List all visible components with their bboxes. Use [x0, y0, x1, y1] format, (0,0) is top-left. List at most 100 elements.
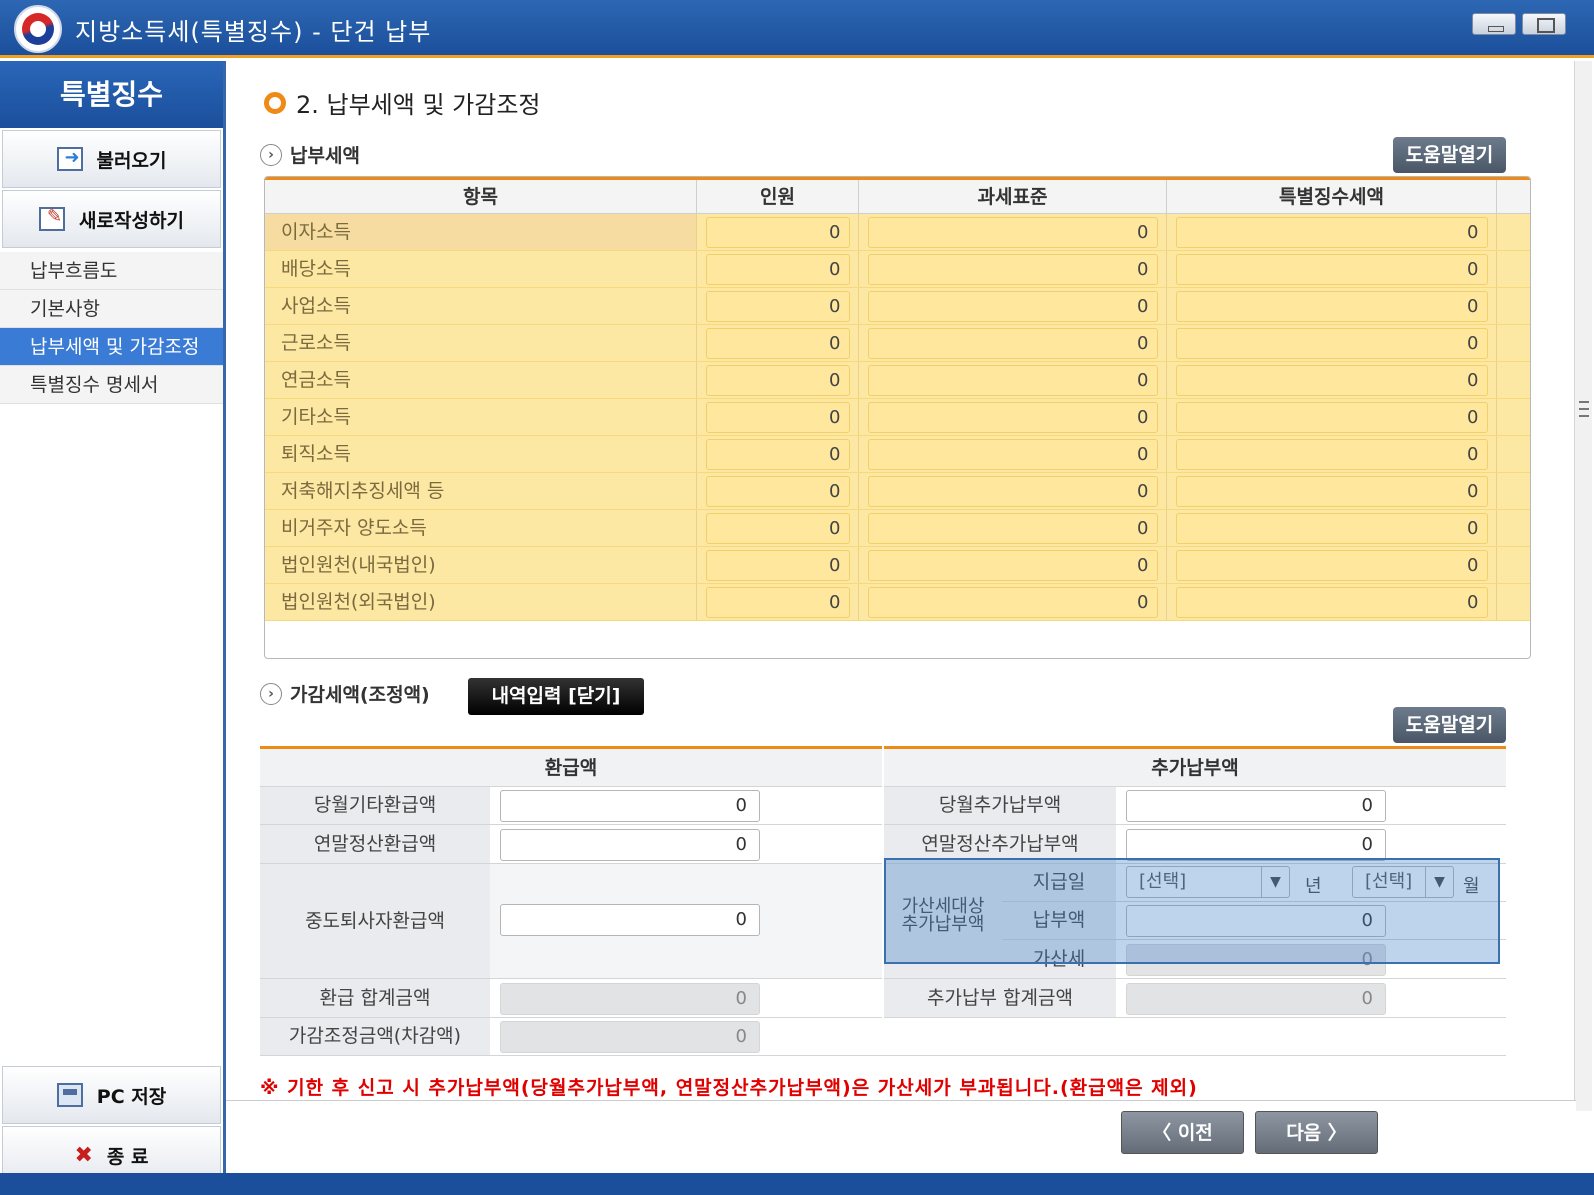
row-label: 기타소득 [265, 399, 697, 435]
close-icon: ✖ [74, 1142, 93, 1168]
row-label: 비거주자 양도소득 [265, 510, 697, 546]
government-logo-icon [14, 5, 62, 53]
chevron-right-icon: › [260, 682, 282, 705]
table-row: 연금소득 0 0 0 [265, 362, 1530, 399]
tax-base-input[interactable]: 0 [867, 475, 1158, 507]
vertical-scrollbar[interactable] [1574, 61, 1592, 1111]
special-tax-input[interactable]: 0 [1175, 475, 1488, 507]
sidebar-item-basic[interactable]: 기본사항 [0, 290, 223, 328]
payment-table: 항목 인원 과세표준 특별징수세액 이자소득 0 0 0 배당소득 0 0 0 사업소득 0 0 0 근… [264, 176, 1531, 659]
table-row: 기타소득 0 0 0 [265, 399, 1530, 436]
tax-base-input[interactable]: 0 [867, 438, 1158, 470]
selection-highlight [884, 858, 1500, 964]
page-title-text: 2. 납부세액 및 가감조정 [296, 91, 541, 119]
adjust-amount-value: 0 [500, 1021, 760, 1053]
monthly-other-refund-input[interactable]: 0 [500, 790, 760, 822]
row-label: 배당소득 [265, 251, 697, 287]
midterm-refund-input[interactable]: 0 [500, 904, 760, 936]
yearend-additional-input[interactable]: 0 [1126, 829, 1386, 861]
additional-total-label: 추가납부 합계금액 [884, 979, 1116, 1018]
sidebar-item-statement[interactable]: 특별징수 명세서 [0, 366, 223, 404]
adjust-amount-label: 가감조정금액(차감액) [260, 1018, 490, 1056]
pc-save-button[interactable]: PC 저장 [2, 1066, 221, 1124]
refund-header: 환급액 [260, 746, 882, 787]
maximize-button[interactable] [1522, 13, 1566, 35]
payment-table-header: 항목 인원 과세표준 특별징수세액 [265, 177, 1530, 214]
sidebar-item-tax-adjust[interactable]: 납부세액 및 가감조정 [0, 328, 223, 366]
special-tax-input[interactable]: 0 [1175, 290, 1488, 322]
tax-base-input[interactable]: 0 [867, 216, 1158, 248]
table-row: 사업소득 0 0 0 [265, 288, 1530, 325]
tax-base-input[interactable]: 0 [867, 364, 1158, 396]
count-input[interactable]: 0 [705, 216, 850, 248]
late-filing-note: ※ 기한 후 신고 시 추가납부액(당월추가납부액, 연말정산추가납부액)은 가… [260, 1077, 1198, 1099]
minimize-button[interactable] [1472, 13, 1516, 35]
navigation-bar: 〈 이전 다음 〉 [226, 1100, 1576, 1173]
special-tax-input[interactable]: 0 [1175, 512, 1488, 544]
table-row: 법인원천(외국법인) 0 0 0 [265, 584, 1530, 621]
exit-label: 종 료 [106, 1145, 149, 1168]
row-label: 연금소득 [265, 362, 697, 398]
tax-base-input[interactable]: 0 [867, 327, 1158, 359]
special-tax-input[interactable]: 0 [1175, 253, 1488, 285]
tax-base-input[interactable]: 0 [867, 586, 1158, 618]
count-input[interactable]: 0 [705, 549, 850, 581]
monthly-additional-label: 당월추가납부액 [884, 787, 1116, 825]
monthly-other-refund-label: 당월기타환급액 [260, 787, 490, 825]
title-bar: 지방소득세(특별징수) - 단건 납부 [0, 0, 1594, 58]
scroll-grip-icon[interactable] [1579, 401, 1589, 417]
help-button-1[interactable]: 도움말열기 [1393, 137, 1506, 173]
yearend-refund-input[interactable]: 0 [500, 829, 760, 861]
bullet-circle-icon [264, 91, 286, 114]
midterm-refund-label: 중도퇴사자환급액 [260, 864, 490, 979]
special-tax-input[interactable]: 0 [1175, 549, 1488, 581]
row-label: 저축해지추징세액 등 [265, 473, 697, 509]
count-input[interactable]: 0 [705, 290, 850, 322]
tax-base-input[interactable]: 0 [867, 290, 1158, 322]
section-payment-title: › 납부세액 [260, 141, 360, 168]
row-label: 이자소득 [265, 214, 697, 250]
special-tax-input[interactable]: 0 [1175, 216, 1488, 248]
tax-base-input[interactable]: 0 [867, 253, 1158, 285]
count-input[interactable]: 0 [705, 364, 850, 396]
special-tax-input[interactable]: 0 [1175, 438, 1488, 470]
load-button[interactable]: 불러오기 [2, 130, 221, 188]
count-input[interactable]: 0 [705, 475, 850, 507]
special-tax-input[interactable]: 0 [1175, 364, 1488, 396]
table-row: 저축해지추징세액 등000 [265, 473, 1530, 510]
special-tax-input[interactable]: 0 [1175, 327, 1488, 359]
save-icon [56, 1083, 83, 1107]
col-header-item: 항목 [265, 180, 697, 213]
tax-base-input[interactable]: 0 [867, 512, 1158, 544]
count-input[interactable]: 0 [705, 327, 850, 359]
row-label: 근로소득 [265, 325, 697, 361]
tax-base-input[interactable]: 0 [867, 549, 1158, 581]
additional-total-value: 0 [1126, 983, 1386, 1015]
row-label: 법인원천(내국법인) [265, 547, 697, 583]
table-row: 퇴직소득 0 0 0 [265, 436, 1530, 473]
count-input[interactable]: 0 [705, 253, 850, 285]
new-write-button[interactable]: 새로작성하기 [2, 190, 221, 248]
section-adjust-title: › 가감세액(조정액) [260, 680, 430, 707]
special-tax-input[interactable]: 0 [1175, 586, 1488, 618]
next-button[interactable]: 다음 〉 [1255, 1111, 1378, 1154]
sidebar-item-flow[interactable]: 납부흐름도 [0, 252, 223, 290]
yearend-refund-label: 연말정산환급액 [260, 825, 490, 864]
monthly-additional-input[interactable]: 0 [1126, 790, 1386, 822]
count-input[interactable]: 0 [705, 512, 850, 544]
count-input[interactable]: 0 [705, 401, 850, 433]
tax-base-input[interactable]: 0 [867, 401, 1158, 433]
table-row: 비거주자 양도소득 0 0 0 [265, 510, 1530, 547]
load-icon [56, 147, 83, 171]
pc-save-label: PC 저장 [96, 1085, 167, 1108]
count-input[interactable]: 0 [705, 586, 850, 618]
help-button-2[interactable]: 도움말열기 [1393, 707, 1506, 743]
table-row: 법인원천(내국법인) 0 0 0 [265, 547, 1530, 584]
chevron-right-icon: › [260, 143, 282, 166]
refund-total-label: 환급 합계금액 [260, 979, 490, 1018]
prev-button[interactable]: 〈 이전 [1121, 1111, 1244, 1154]
sidebar-menu: 납부흐름도 기본사항 납부세액 및 가감조정 특별징수 명세서 [0, 252, 223, 404]
special-tax-input[interactable]: 0 [1175, 401, 1488, 433]
detail-input-button[interactable]: 내역입력 [닫기] [468, 678, 644, 715]
count-input[interactable]: 0 [705, 438, 850, 470]
